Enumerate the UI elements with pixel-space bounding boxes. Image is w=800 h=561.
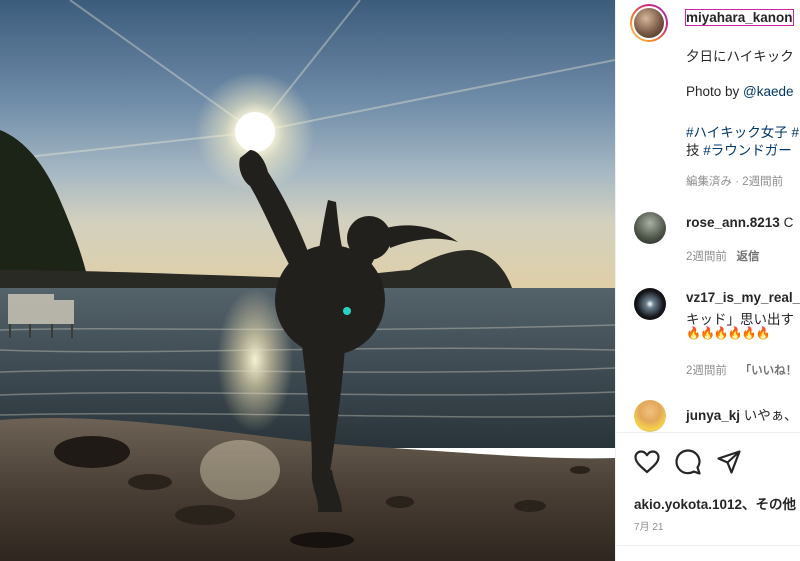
photo-credit-prefix: Photo by [686, 84, 744, 99]
photo-credit-mention[interactable]: @kaede [743, 84, 794, 99]
comment-username-line: vz17_is_my_real_ [686, 290, 800, 305]
like-button[interactable] [634, 450, 660, 474]
comment-text: C [783, 215, 794, 230]
post-sidebar: miyahara_kanon 夕日にハイキック Photo by @kaede … [615, 0, 800, 561]
author-avatar [634, 8, 664, 38]
reply-button[interactable]: 返信 [737, 251, 760, 263]
actions-divider [616, 432, 800, 433]
share-button[interactable] [717, 450, 741, 474]
author-username[interactable]: miyahara_kanon [685, 9, 794, 26]
comment-icon [675, 449, 701, 475]
heart-icon [634, 450, 660, 474]
commenter-avatar[interactable] [634, 400, 666, 432]
post-date[interactable]: 7月 21 [634, 518, 663, 533]
comment-text: いやぁ、 [743, 408, 798, 423]
comment-username[interactable]: vz17_is_my_real_ [686, 290, 800, 305]
hashtags-line1[interactable]: #ハイキック女子 # [686, 121, 799, 141]
share-icon [717, 450, 741, 474]
commenter-avatar[interactable] [634, 288, 666, 320]
comment-button[interactable] [675, 449, 701, 475]
comment-text: キッド」思い出す [686, 312, 794, 327]
sunset-high-kick-image [0, 0, 615, 561]
comment-line: rose_ann.8213 C [686, 215, 793, 230]
comment-username[interactable]: junya_kj [686, 408, 740, 423]
comment-time: 2週間前 [686, 251, 727, 263]
author-avatar-ring[interactable] [630, 4, 668, 42]
hashtags-line2-prefix: 技 [686, 143, 704, 158]
comment-emoji: 🔥🔥🔥🔥🔥🔥 [686, 326, 771, 340]
caption-meta: 編集済み · 2週間前 [686, 176, 784, 188]
comment-line: junya_kj いやぁ、 [686, 404, 798, 424]
commenter-avatar[interactable] [634, 212, 666, 244]
comment-time: 2週間前 [686, 365, 727, 377]
bottom-divider [616, 545, 800, 546]
post-photo[interactable] [0, 0, 615, 561]
comment-meta: 2週間前 返信 [686, 248, 760, 264]
caption-text: 夕日にハイキック [686, 49, 794, 64]
hashtag-link[interactable]: #ラウンドガー [703, 143, 792, 158]
comment-meta: 2週間前 「いいね！ [686, 362, 797, 378]
photo-credit: Photo by @kaede [686, 84, 794, 99]
likes-count[interactable]: 「いいね！ [740, 365, 798, 377]
liked-by-line[interactable]: akio.yokota.1012、その他 [634, 493, 796, 513]
hashtags-line2: 技 #ラウンドガー [686, 139, 792, 159]
comment-username[interactable]: rose_ann.8213 [686, 215, 780, 230]
